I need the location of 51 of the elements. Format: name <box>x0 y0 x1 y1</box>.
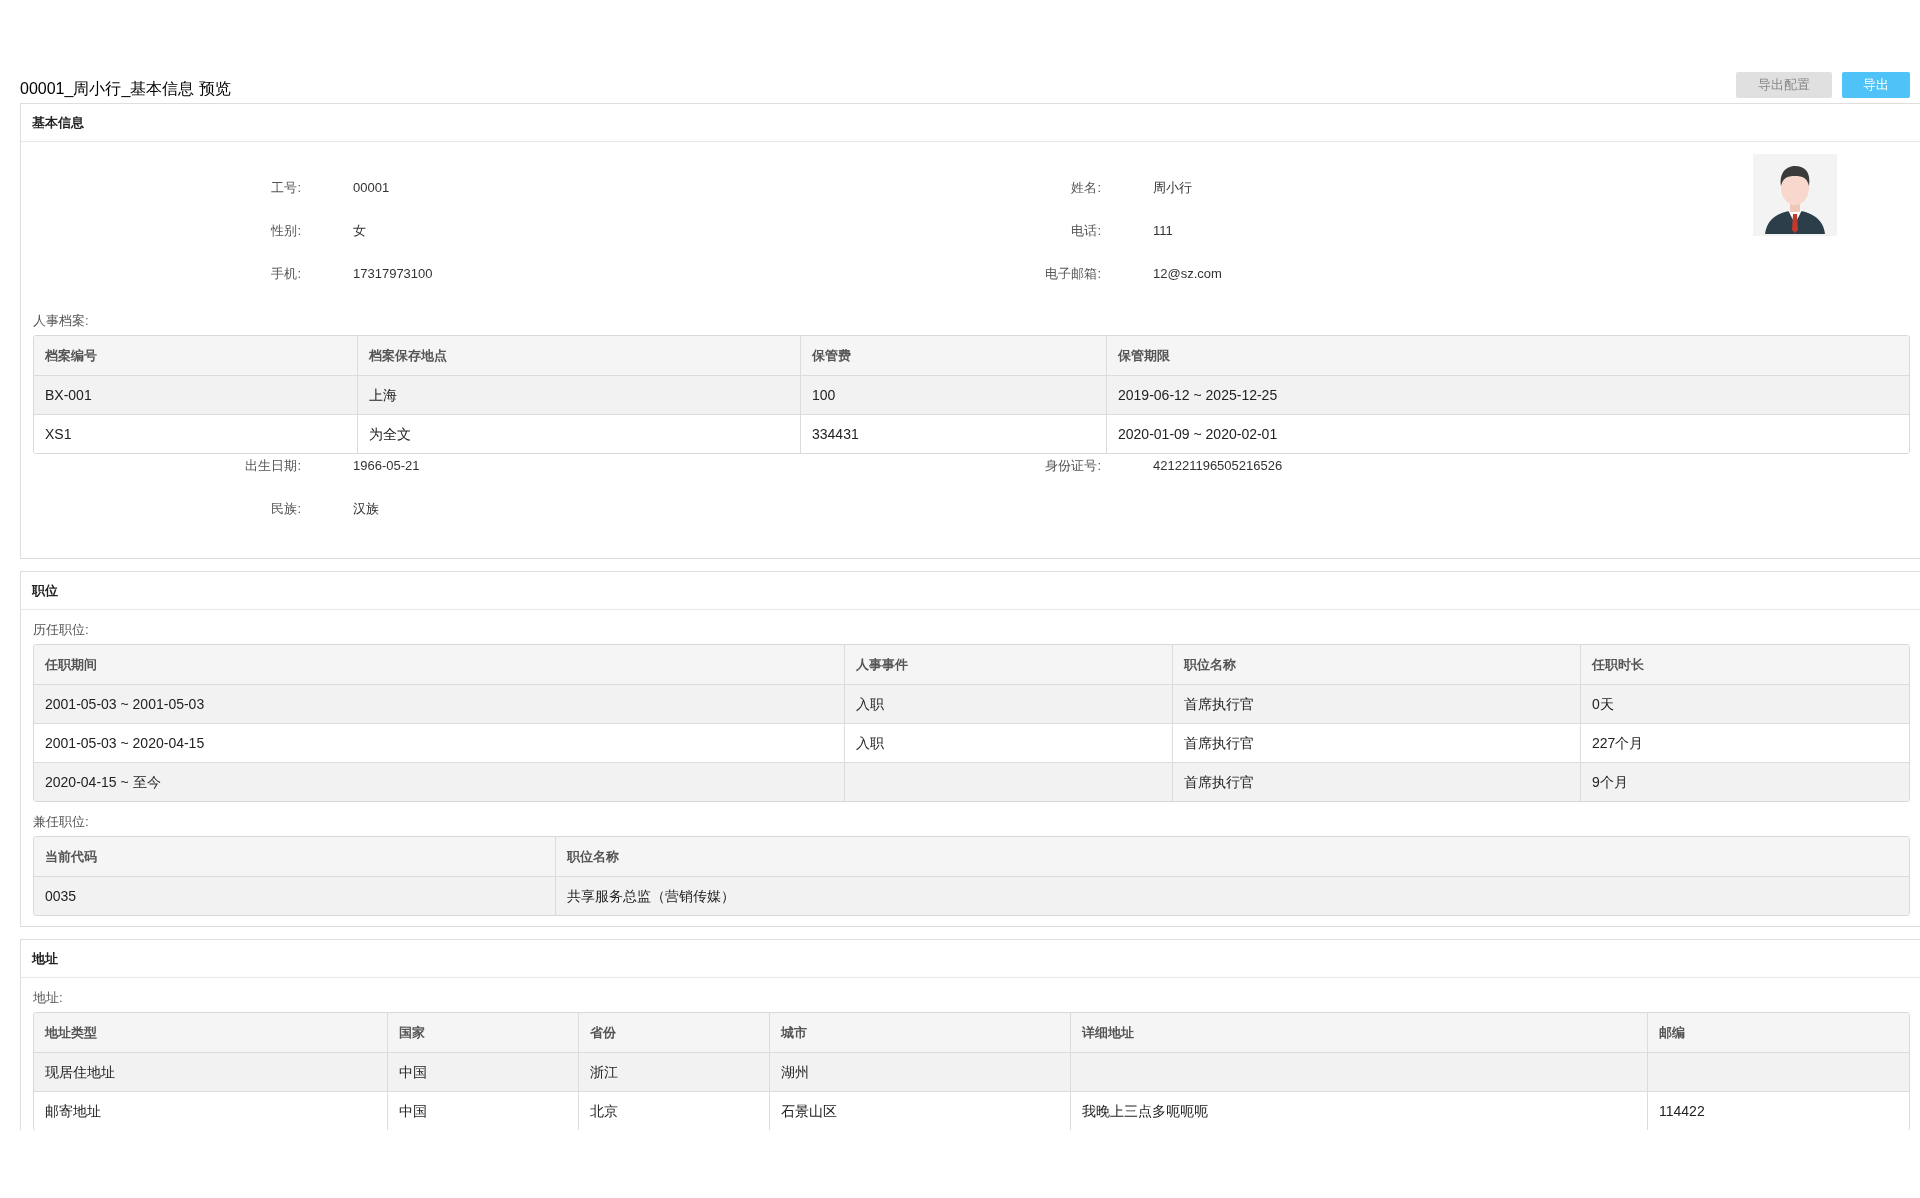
table-cell: 首席执行官 <box>1172 763 1580 801</box>
section-title: 地址 <box>21 940 1920 978</box>
table-cell: 北京 <box>578 1092 769 1130</box>
field-label: 姓名: <box>1070 178 1101 197</box>
field-value: 汉族 <box>352 499 380 518</box>
table-label: 历任职位: <box>33 621 90 639</box>
table-cell: 我晚上三点多呃呃呃 <box>1070 1092 1647 1130</box>
section-title: 职位 <box>21 572 1920 610</box>
table-cell: 9个月 <box>1580 763 1909 801</box>
column-header: 地址类型 <box>43 1023 98 1042</box>
field-value: 111 <box>1152 221 1174 240</box>
field-label: 电话: <box>1070 221 1101 240</box>
field-label: 出生日期: <box>244 456 301 475</box>
field-value: 周小行 <box>1152 178 1193 197</box>
column-header: 档案编号 <box>44 346 98 365</box>
table-label: 人事档案: <box>33 312 90 330</box>
column-header: 当前代码 <box>44 847 98 866</box>
table-cell-text: 2001-05-03 ~ 2001-05-03 <box>44 694 206 714</box>
field-label: 身份证号: <box>1044 456 1101 475</box>
table-cell: 中国 <box>387 1092 578 1130</box>
field-label: 性别: <box>270 221 301 240</box>
table-cell-text: 2020-04-15 ~ 至今 <box>44 772 162 792</box>
column-header: 任职期间 <box>43 655 98 674</box>
table-label: 地址: <box>33 989 64 1007</box>
table-cell: 石景山区 <box>769 1092 1070 1130</box>
table-cell-text: 现居住地址 <box>44 1062 116 1082</box>
table-cell: 334431 <box>800 415 1106 453</box>
field-value: 421221196505216526 <box>1152 456 1284 475</box>
export-button[interactable]: 导出 <box>1842 72 1910 98</box>
field-value: 17317973100 <box>352 264 434 283</box>
field-label: 工号: <box>270 178 301 197</box>
field-label: 民族: <box>270 499 301 518</box>
page-title: 00001_周小行_基本信息 预览 <box>20 79 231 99</box>
field-label: 手机: <box>270 264 301 283</box>
section-title: 基本信息 <box>21 104 1920 142</box>
field-value: 00001 <box>352 178 391 197</box>
table-cell-text: 0035 <box>44 886 78 906</box>
table-cell-text: BX-001 <box>44 385 93 405</box>
table-cell: 114422 <box>1647 1092 1909 1130</box>
table-cell: 共享服务总监（营销传媒） <box>555 877 1909 915</box>
field-label: 电子邮箱: <box>1044 264 1101 283</box>
table-label: 兼任职位: <box>33 813 90 831</box>
table-cell-text: XS1 <box>44 424 73 444</box>
table-cell-text: 邮寄地址 <box>44 1101 102 1121</box>
field-value: 12@sz.com <box>1152 264 1223 283</box>
table-cell-text: 2001-05-03 ~ 2020-04-15 <box>44 733 206 753</box>
table-cell: 2020-01-09 ~ 2020-02-01 <box>1106 415 1909 453</box>
field-value: 女 <box>352 221 367 240</box>
export-config-button[interactable]: 导出配置 <box>1736 72 1832 98</box>
table-cell: 为全文 <box>357 415 800 453</box>
field-value: 1966-05-21 <box>352 456 421 475</box>
